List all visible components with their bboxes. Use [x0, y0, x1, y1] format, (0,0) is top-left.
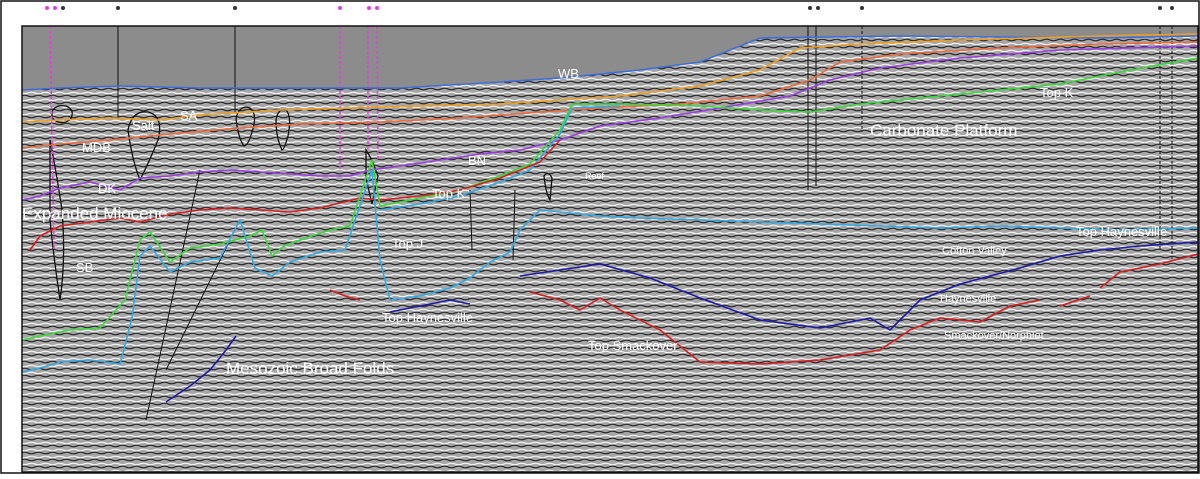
label-mdb: MDB	[82, 140, 111, 155]
label-expanded-miocene: Expanded Miocene	[22, 204, 168, 223]
seismic-panel: WB SA Salt MDB DK Expanded Miocene SB BN…	[22, 26, 1198, 472]
label-top-haynesville-left: Top Haynesville	[382, 310, 473, 325]
well-header-strip	[0, 0, 1200, 26]
label-sa: SA	[180, 108, 198, 123]
label-salt: Salt	[132, 118, 155, 133]
seismic-section: WB SA Salt MDB DK Expanded Miocene SB BN…	[0, 0, 1200, 474]
seismic-reflections	[22, 26, 1198, 472]
label-wb: WB	[558, 66, 579, 81]
label-cotton-valley: Cotton Valley	[942, 245, 1007, 257]
label-top-smackover: Top Smackover	[588, 338, 678, 353]
label-top-j: Top J	[392, 236, 423, 251]
label-bn: BN	[468, 153, 486, 168]
label-top-k-left: Top K	[432, 186, 466, 201]
label-dk: DK	[98, 181, 116, 196]
label-sb: SB	[76, 260, 93, 275]
label-carbonate-platform: Carbonate Platform	[870, 121, 1017, 140]
label-top-haynesville-right: Top Haynesville	[1076, 224, 1167, 239]
label-mesozoic-broad-folds: Mesozoic Broad Folds	[226, 359, 394, 378]
label-haynesville: Haynesville	[940, 293, 996, 305]
label-reef: Reef	[585, 171, 605, 181]
label-top-k-right: Top K	[1040, 85, 1074, 100]
seismic-section-figure: WB SA Salt MDB DK Expanded Miocene SB BN…	[0, 0, 1200, 474]
label-smackover-norphlet: Smackover/Norphlet	[944, 330, 1044, 342]
